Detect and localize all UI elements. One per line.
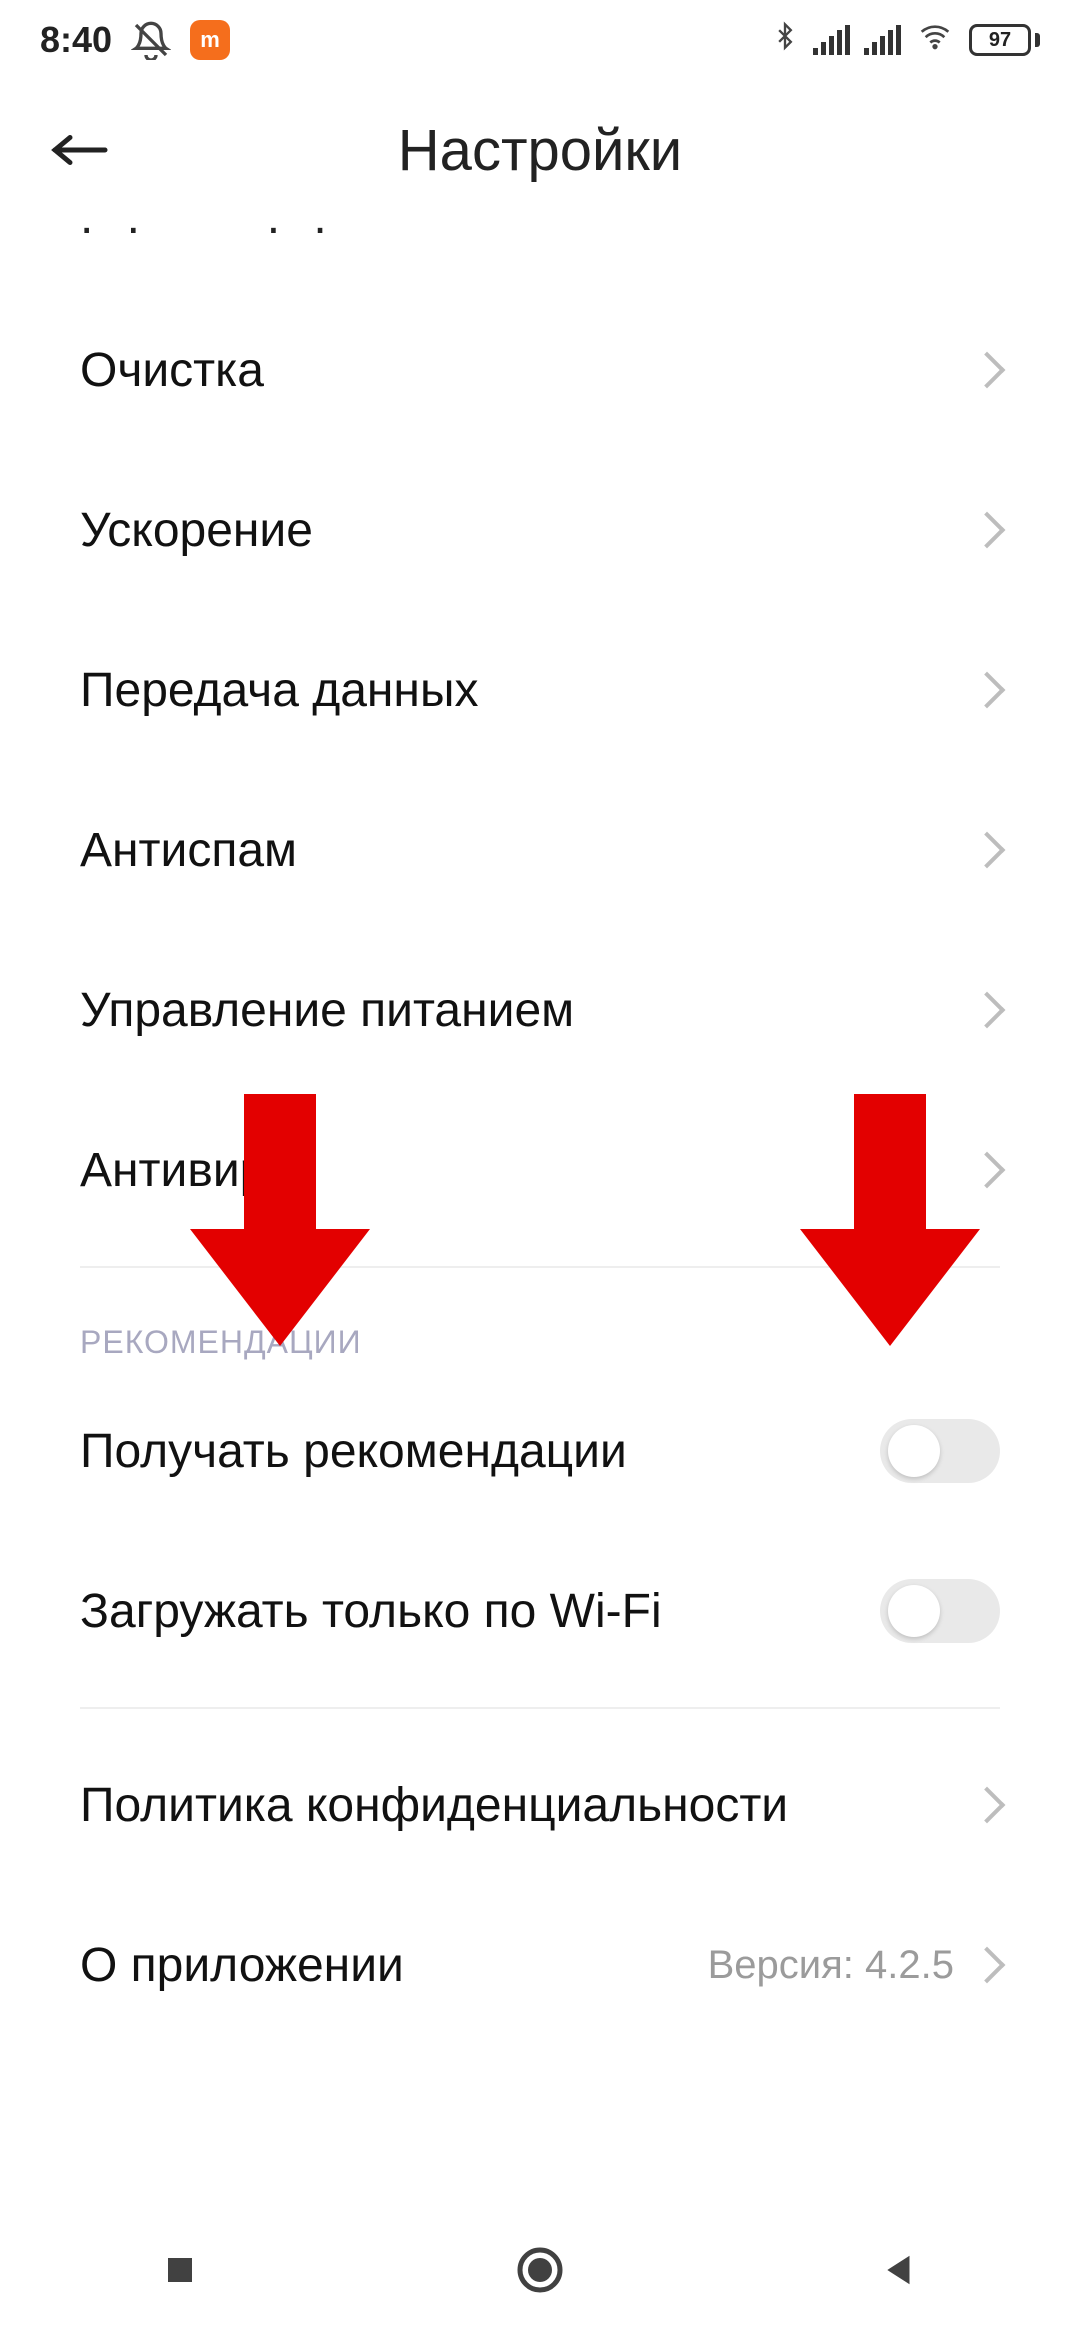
status-bar: 8:40 m 97 (0, 0, 1080, 80)
battery-percent: 97 (989, 29, 1011, 52)
app-notification-badge: m (190, 20, 230, 60)
back-button[interactable] (40, 110, 120, 190)
signal-1-icon (813, 25, 850, 55)
settings-list: . . . . Очистка Ускорение Передача данны… (0, 220, 1080, 2045)
nav-recents-button[interactable] (140, 2230, 220, 2310)
wifi-icon (915, 19, 955, 61)
chevron-right-icon (969, 992, 1006, 1029)
row-antivirus[interactable]: Антивирус (0, 1090, 1080, 1250)
divider (80, 1707, 1000, 1709)
version-text: Версия: 4.2.5 (708, 1943, 954, 1988)
nav-back-button[interactable] (860, 2230, 940, 2310)
chevron-right-icon (969, 832, 1006, 869)
row-label: Управление питанием (80, 983, 574, 1038)
battery-icon: 97 (969, 24, 1040, 56)
section-recommendations-label: РЕКОМЕНДАЦИИ (0, 1284, 1080, 1371)
signal-2-icon (864, 25, 901, 55)
row-receive-recommendations: Получать рекомендации (0, 1371, 1080, 1531)
row-label: Очистка (80, 343, 264, 398)
divider (80, 1266, 1000, 1268)
row-label: Загружать только по Wi-Fi (80, 1584, 662, 1639)
bluetooth-icon (771, 18, 799, 63)
toggle-wifi-only[interactable] (880, 1579, 1000, 1643)
row-label: Получать рекомендации (80, 1424, 627, 1479)
row-label: Антиспам (80, 823, 297, 878)
row-label: Ускорение (80, 503, 313, 558)
chevron-right-icon (969, 1152, 1006, 1189)
row-wifi-only-download: Загружать только по Wi-Fi (0, 1531, 1080, 1691)
app-header: Настройки (0, 80, 1080, 220)
row-about[interactable]: О приложении Версия: 4.2.5 (0, 1885, 1080, 2045)
row-label: Передача данных (80, 663, 478, 718)
row-privacy-policy[interactable]: Политика конфиденциальности (0, 1725, 1080, 1885)
chevron-right-icon (969, 1787, 1006, 1824)
row-speedup[interactable]: Ускорение (0, 450, 1080, 610)
row-data-transfer[interactable]: Передача данных (0, 610, 1080, 770)
row-antispam[interactable]: Антиспам (0, 770, 1080, 930)
navigation-bar (0, 2200, 1080, 2340)
row-label: Антивирус (80, 1143, 313, 1198)
row-label: О приложении (80, 1938, 404, 1993)
row-power-management[interactable]: Управление питанием (0, 930, 1080, 1090)
page-title: Настройки (398, 117, 682, 184)
chevron-right-icon (969, 512, 1006, 549)
chevron-right-icon (969, 1947, 1006, 1984)
status-time: 8:40 (40, 19, 112, 61)
dnd-icon (130, 19, 172, 61)
nav-home-button[interactable] (500, 2230, 580, 2310)
partial-cutoff-row: . . . . (80, 220, 1000, 260)
toggle-receive-recommendations[interactable] (880, 1419, 1000, 1483)
row-label: Политика конфиденциальности (80, 1778, 788, 1833)
chevron-right-icon (969, 352, 1006, 389)
chevron-right-icon (969, 672, 1006, 709)
row-cleanup[interactable]: Очистка (0, 290, 1080, 450)
